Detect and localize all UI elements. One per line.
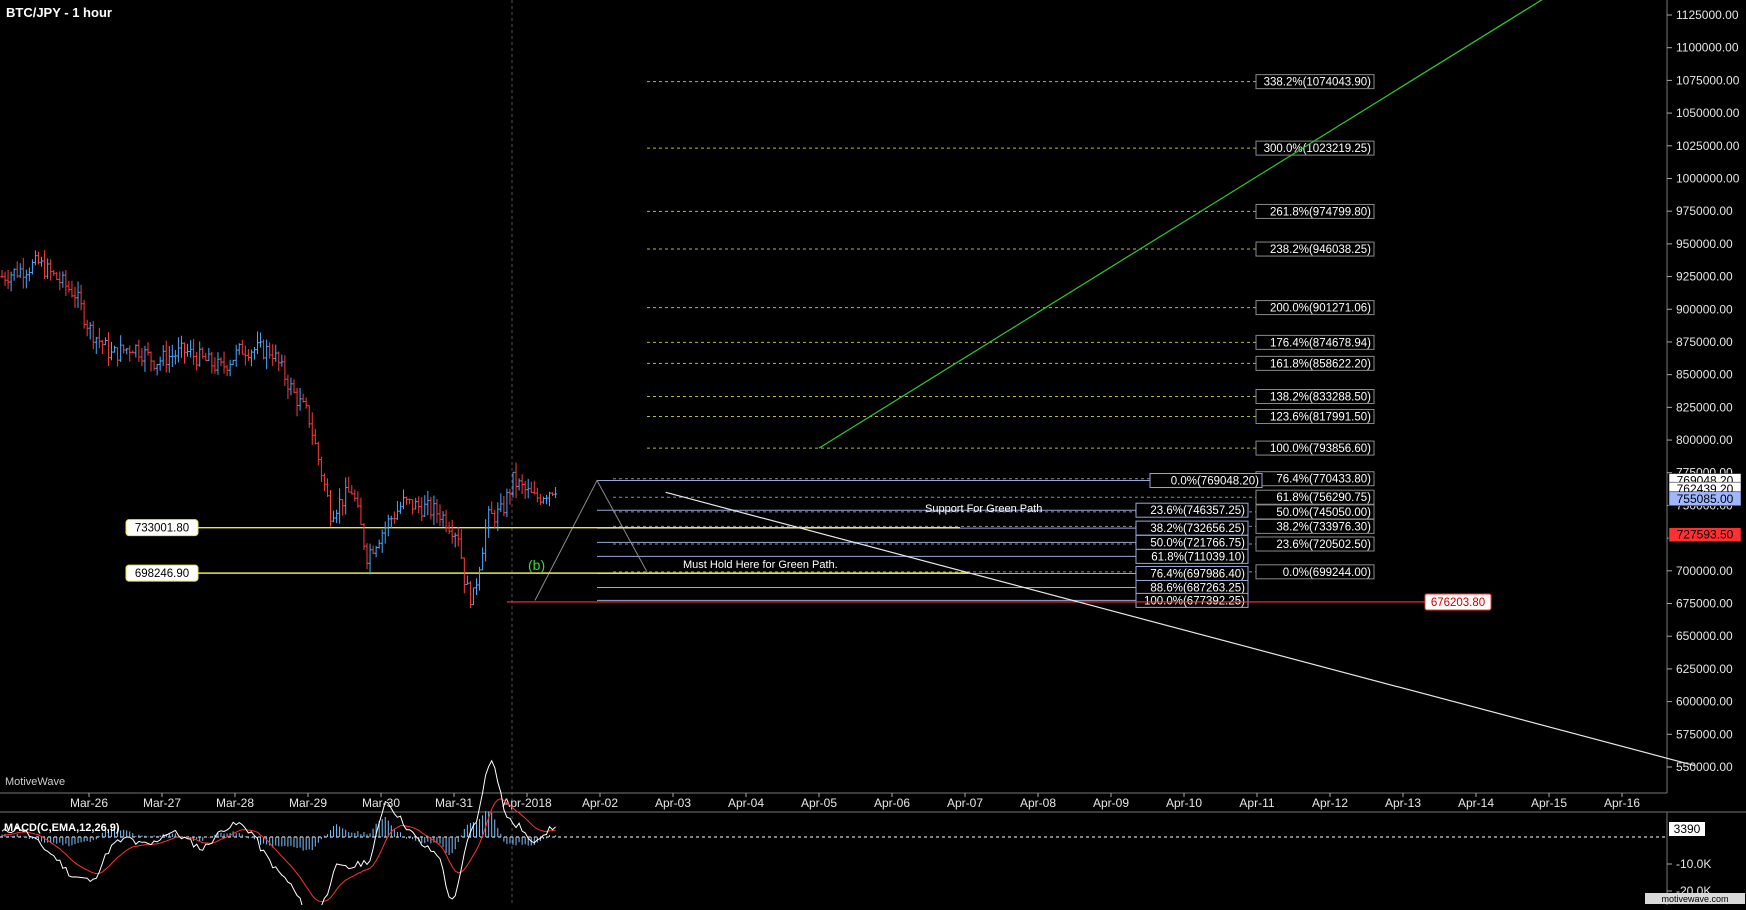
fib-ret-label: 88.6%(687263.25) xyxy=(1150,582,1245,594)
chart-title: BTC/JPY - 1 hour xyxy=(6,5,112,20)
x-tick-label: Apr-2018 xyxy=(502,796,552,810)
y-tick-label: 1125000.00 xyxy=(1676,8,1739,22)
x-tick-label: Apr-04 xyxy=(728,796,764,810)
fib-ext-label: 261.8%(974799.80) xyxy=(1270,206,1371,218)
y-tick-label: 575000.00 xyxy=(1676,727,1733,741)
y-tick-label: 1100000.00 xyxy=(1676,41,1739,55)
fib-ext-label: 100.0%(793856.60) xyxy=(1270,443,1371,455)
y-tick-label: 1075000.00 xyxy=(1676,73,1740,87)
btc-jpy-chart: 338.2%(1074043.90) 300.0%(1023219.25) 261.… xyxy=(0,0,1746,910)
watermark: MotiveWave xyxy=(5,776,65,788)
annotation-must-hold: Must Hold Here for Green Path. xyxy=(683,559,838,571)
fib-ext-label: 123.6%(817991.50) xyxy=(1270,412,1371,424)
fib-ret-label: 76.4%(697986.40) xyxy=(1150,568,1245,580)
x-tick-label: Apr-12 xyxy=(1312,796,1348,810)
y-tick-label: 1025000.00 xyxy=(1676,139,1740,153)
fib-ret-label: 23.6%(746357.25) xyxy=(1150,505,1245,517)
x-tick-label: Mar-27 xyxy=(143,796,181,810)
x-tick-label: Mar-31 xyxy=(435,796,473,810)
x-tick-label: Apr-08 xyxy=(1020,796,1056,810)
y-tick-label: 900000.00 xyxy=(1676,302,1733,316)
site-badge: motivewave.com xyxy=(1661,894,1728,904)
x-tick-label: Apr-02 xyxy=(582,796,618,810)
x-tick-label: Mar-26 xyxy=(70,796,108,810)
x-tick-label: Apr-09 xyxy=(1093,796,1129,810)
y-tick-label: 550000.00 xyxy=(1676,760,1733,774)
price-marker-label: 755085.00 xyxy=(1677,492,1734,506)
x-tick-label: Apr-06 xyxy=(874,796,910,810)
fib-ext-label: 338.2%(1074043.90) xyxy=(1264,77,1372,89)
macd-value-label: 3390 xyxy=(1674,822,1701,836)
x-tick-label: Apr-13 xyxy=(1385,796,1421,810)
y-tick-label: 850000.00 xyxy=(1676,368,1733,382)
y-tick-label: 975000.00 xyxy=(1676,204,1733,218)
y-tick-label: 1050000.00 xyxy=(1676,106,1740,120)
price-marker-label: 727593.50 xyxy=(1677,528,1734,542)
fib-ext-label: 76.4%(770433.80) xyxy=(1276,474,1371,486)
x-tick-label: Mar-29 xyxy=(289,796,327,810)
fib-ret-label: 38.2%(732656.25) xyxy=(1150,523,1245,535)
y-tick-label: 825000.00 xyxy=(1676,400,1733,414)
y-tick-label: 625000.00 xyxy=(1676,662,1733,676)
y-tick-label: 950000.00 xyxy=(1676,237,1733,251)
fib-ext-label: 300.0%(1023219.25) xyxy=(1264,143,1372,155)
invalidation-label: 676203.80 xyxy=(1431,597,1485,609)
x-tick-label: Apr-05 xyxy=(801,796,837,810)
support-label: 733001.80 xyxy=(135,523,189,535)
x-tick-label: Apr-16 xyxy=(1604,796,1640,810)
x-tick-label: Apr-10 xyxy=(1166,796,1202,810)
x-tick-label: Apr-07 xyxy=(947,796,983,810)
y-tick-label: 650000.00 xyxy=(1676,629,1733,643)
fib-ext-label: 38.2%(733976.30) xyxy=(1276,521,1371,533)
fib-ret-label: 0.0%(769048.20) xyxy=(1171,476,1259,488)
wave-b-label: (b) xyxy=(528,557,545,573)
y-tick-label: 875000.00 xyxy=(1676,335,1733,349)
fib-ext-label: 176.4%(874678.94) xyxy=(1270,337,1371,349)
fib-ext-label: 161.8%(858622.20) xyxy=(1270,358,1371,370)
fib-ext-label: 138.2%(833288.50) xyxy=(1270,392,1371,404)
fib-ret-label: 61.8%(711039.10) xyxy=(1151,551,1245,563)
macd-y-tick-label: -10.0K xyxy=(1676,857,1711,871)
y-tick-label: 800000.00 xyxy=(1676,433,1733,447)
x-tick-label: Mar-28 xyxy=(216,796,254,810)
chart-root: 338.2%(1074043.90) 300.0%(1023219.25) 261.… xyxy=(0,0,1746,910)
support-label: 698246.90 xyxy=(135,568,189,580)
x-tick-label: Mar-30 xyxy=(362,796,400,810)
fib-ext-label: 238.2%(946038.25) xyxy=(1270,244,1371,256)
fib-ext-label: 0.0%(699244.00) xyxy=(1283,567,1371,579)
fib-ext-label: 50.0%(745050.00) xyxy=(1276,507,1371,519)
fib-ret-label: 50.0%(721766.75) xyxy=(1150,537,1245,549)
fib-ext-label: 23.6%(720502.50) xyxy=(1276,539,1371,551)
macd-title: MACD(C,EMA,12,26,9) xyxy=(4,822,120,834)
y-tick-label: 925000.00 xyxy=(1676,270,1733,284)
x-tick-label: Apr-03 xyxy=(655,796,691,810)
y-tick-label: 675000.00 xyxy=(1676,597,1733,611)
y-tick-label: 1000000.00 xyxy=(1676,171,1740,185)
x-tick-label: Apr-11 xyxy=(1239,796,1274,810)
fib-ext-label: 200.0%(901271.06) xyxy=(1270,303,1371,315)
x-tick-label: Apr-15 xyxy=(1531,796,1567,810)
y-tick-label: 700000.00 xyxy=(1676,564,1733,578)
y-tick-label: 600000.00 xyxy=(1676,695,1733,709)
fib-ext-label: 61.8%(756290.75) xyxy=(1276,492,1371,504)
x-tick-label: Apr-14 xyxy=(1458,796,1494,810)
annotation-support-green-path: Support For Green Path xyxy=(925,503,1042,515)
